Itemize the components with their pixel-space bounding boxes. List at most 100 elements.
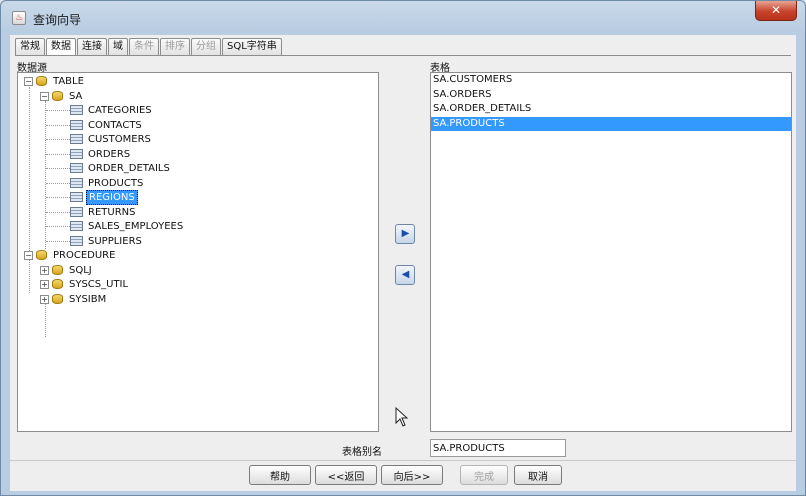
tree-node-label: RETURNS (88, 206, 136, 218)
tree-node-table-item[interactable]: SALES_EMPLOYEES (70, 219, 185, 233)
tree-connector (46, 197, 70, 198)
expand-icon[interactable]: + (40, 294, 49, 304)
table-icon (70, 221, 83, 231)
tree-node-table-item-selected[interactable]: REGIONS (70, 189, 138, 205)
tree-node-label: SUPPLIERS (88, 235, 142, 247)
tab-join[interactable]: 连接 (77, 38, 107, 55)
tree-node-table[interactable]: − TABLE (24, 74, 86, 88)
wizard-content: 常规 数据 连接 域 条件 排序 分组 SQL字符串 数据源 表格 − TABL… (10, 35, 796, 491)
tree-node-table-item[interactable]: CONTACTS (70, 118, 144, 132)
table-icon (70, 207, 83, 217)
tree-node-label: ORDERS (88, 148, 131, 160)
arrow-right-icon: ▶ (401, 228, 410, 239)
selected-tables-list[interactable]: SA.CUSTOMERS SA.ORDERS SA.ORDER_DETAILS … (430, 72, 792, 432)
button-bar: 帮助 <<返回 向后>> 完成 取消 (10, 460, 796, 491)
next-button[interactable]: 向后>> (381, 465, 443, 485)
tab-sort: 排序 (160, 38, 190, 55)
tree-node-procedure-item[interactable]: + SYSCS_UTIL (40, 277, 130, 291)
database-icon (36, 76, 47, 86)
list-item[interactable]: SA.ORDER_DETAILS (431, 102, 791, 117)
tree-node-label: SQLJ (69, 264, 92, 276)
datasource-tree-panel[interactable]: − TABLE − SA CATEGORIES CONTACTS CUSTOME… (17, 72, 379, 432)
table-icon (70, 105, 83, 115)
table-icon (70, 192, 83, 202)
tree-node-procedure[interactable]: − PROCEDURE (24, 248, 117, 262)
finish-button: 完成 (460, 465, 508, 485)
tab-data[interactable]: 数据 (46, 38, 76, 56)
table-icon (70, 178, 83, 188)
table-icon (70, 134, 83, 144)
expand-icon[interactable]: + (40, 279, 49, 289)
query-wizard-window: ♨ 查询向导 ✕ 常规 数据 连接 域 条件 排序 分组 SQL字符串 数据源 … (0, 0, 806, 496)
database-icon (52, 265, 63, 275)
tree-node-label: TABLE (53, 75, 84, 87)
datasource-tree: − TABLE − SA CATEGORIES CONTACTS CUSTOME… (18, 73, 378, 431)
tree-node-label: PRODUCTS (88, 177, 144, 189)
tree-node-table-item[interactable]: SUPPLIERS (70, 234, 144, 248)
add-table-button[interactable]: ▶ (395, 224, 415, 244)
mouse-pointer-icon (395, 407, 409, 427)
tree-connector (46, 241, 70, 242)
tab-sql-string[interactable]: SQL字符串 (222, 38, 282, 55)
collapse-icon[interactable]: − (24, 76, 33, 86)
tree-node-label: CONTACTS (88, 119, 142, 131)
tree-node-label: REGIONS (86, 189, 138, 205)
database-icon (36, 250, 47, 260)
tree-connector (46, 154, 70, 155)
tree-connector (46, 125, 70, 126)
database-icon (52, 294, 63, 304)
back-button[interactable]: <<返回 (315, 465, 377, 485)
tree-connector (46, 212, 70, 213)
help-button[interactable]: 帮助 (249, 465, 311, 485)
tab-condition: 条件 (129, 38, 159, 55)
tab-strip: 常规 数据 连接 域 条件 排序 分组 SQL字符串 (15, 38, 283, 56)
tree-node-label: SYSCS_UTIL (69, 278, 129, 290)
tree-connector (46, 183, 70, 184)
table-icon (70, 149, 83, 159)
tab-fields[interactable]: 域 (108, 38, 128, 55)
tree-connector (46, 139, 70, 140)
table-icon (70, 163, 83, 173)
tree-node-label: ORDER_DETAILS (88, 162, 170, 174)
tree-node-label: SALES_EMPLOYEES (88, 220, 184, 232)
tree-node-procedure-item[interactable]: + SQLJ (40, 263, 94, 277)
tree-node-label: PROCEDURE (53, 249, 116, 261)
tree-node-table-item[interactable]: RETURNS (70, 205, 137, 219)
database-icon (52, 91, 63, 101)
tree-connector (46, 110, 70, 111)
java-app-icon: ♨ (12, 11, 26, 25)
tab-general[interactable]: 常规 (15, 38, 45, 55)
database-icon (52, 279, 63, 289)
tree-node-label: SA (69, 90, 83, 102)
tree-node-table-item[interactable]: ORDER_DETAILS (70, 161, 172, 175)
tree-node-table-item[interactable]: CUSTOMERS (70, 132, 153, 146)
expand-icon[interactable]: + (40, 265, 49, 275)
tree-node-procedure-item[interactable]: + SYSIBM (40, 292, 108, 306)
tab-divider (15, 55, 791, 56)
tree-node-label: CATEGORIES (88, 104, 152, 116)
tab-group: 分组 (191, 38, 221, 55)
tree-connector (46, 226, 70, 227)
remove-table-button[interactable]: ◀ (395, 265, 415, 285)
tree-node-table-item[interactable]: ORDERS (70, 147, 132, 161)
list-item-selected[interactable]: SA.PRODUCTS (431, 116, 791, 131)
table-alias-input[interactable] (430, 439, 566, 457)
tree-node-table-item[interactable]: CATEGORIES (70, 103, 154, 117)
table-icon (70, 236, 83, 246)
tree-node-label: CUSTOMERS (88, 133, 151, 145)
cancel-button[interactable]: 取消 (514, 465, 562, 485)
arrow-left-icon: ◀ (401, 269, 410, 280)
collapse-icon[interactable]: − (40, 91, 49, 101)
title-bar[interactable]: ♨ 查询向导 ✕ (1, 1, 805, 31)
list-item[interactable]: SA.ORDERS (431, 88, 791, 103)
tree-node-label: SYSIBM (69, 293, 107, 305)
close-button[interactable]: ✕ (755, 1, 797, 21)
tree-connector (46, 168, 70, 169)
collapse-icon[interactable]: − (24, 250, 33, 260)
list-item[interactable]: SA.CUSTOMERS (431, 73, 791, 88)
tree-node-schema[interactable]: − SA (40, 89, 84, 103)
tree-node-table-item[interactable]: PRODUCTS (70, 176, 145, 190)
window-title: 查询向导 (33, 13, 82, 27)
table-alias-label: 表格别名 (342, 447, 382, 458)
tree-connector (29, 87, 30, 293)
